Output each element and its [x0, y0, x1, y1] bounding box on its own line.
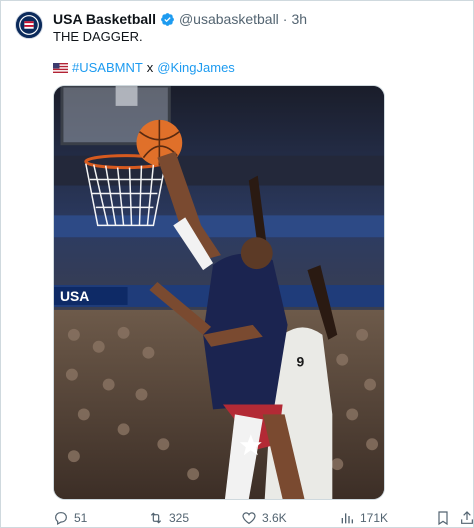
joiner-text: x	[146, 60, 154, 75]
like-button[interactable]: 3.6K	[241, 509, 287, 527]
usa-basketball-logo-icon	[16, 12, 42, 38]
mention-link[interactable]: @KingJames	[157, 60, 235, 75]
tweet-photo[interactable]: USA 9	[53, 85, 385, 500]
timestamp[interactable]: 3h	[291, 11, 307, 27]
views-button[interactable]: 171K	[339, 509, 388, 527]
tweet-text: THE DAGGER.	[53, 29, 143, 44]
tweet-card[interactable]: USA Basketball @usabasketball · 3h THE D…	[0, 0, 474, 528]
retweet-icon	[150, 512, 162, 524]
account-name[interactable]: USA Basketball	[53, 11, 156, 27]
reply-icon	[55, 512, 67, 526]
tweet-header: USA Basketball @usabasketball · 3h	[53, 10, 307, 28]
verified-badge-icon	[161, 12, 174, 26]
separator-dot: ·	[282, 11, 288, 27]
account-handle[interactable]: @usabasketball	[179, 11, 279, 27]
heart-icon	[242, 512, 256, 525]
avatar[interactable]	[15, 11, 43, 39]
usa-board-text: USA	[60, 288, 89, 304]
us-flag-icon	[53, 62, 68, 73]
tweet-actions: 51 325 3.6K 171K	[53, 509, 474, 527]
svg-text:9: 9	[297, 354, 305, 370]
bookmark-icon	[438, 511, 448, 526]
hashtag-link[interactable]: #USABMNT	[72, 60, 143, 75]
retweet-count: 325	[169, 511, 190, 525]
share-button[interactable]	[459, 509, 474, 527]
bookmark-button[interactable]	[435, 509, 451, 527]
views-chart-icon	[341, 513, 353, 524]
views-count: 171K	[360, 511, 389, 525]
tweet-tags: #USABMNT x @KingJames	[53, 60, 235, 75]
reply-count: 51	[74, 511, 88, 525]
reply-button[interactable]: 51	[53, 509, 87, 527]
like-count: 3.6K	[262, 511, 287, 525]
share-icon	[461, 511, 473, 524]
basketball-dunk-photo: USA 9	[54, 86, 384, 499]
retweet-button[interactable]: 325	[148, 509, 189, 527]
